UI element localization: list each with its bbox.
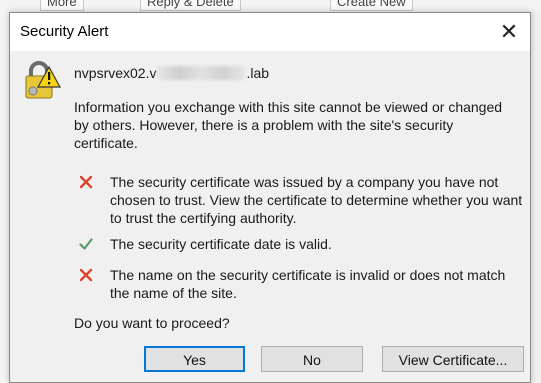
red-x-icon bbox=[79, 268, 93, 282]
redacted-hostname-part bbox=[157, 66, 246, 80]
no-button[interactable]: No bbox=[261, 346, 363, 372]
view-certificate-button[interactable]: View Certificate... bbox=[382, 346, 524, 372]
green-check-icon bbox=[79, 238, 93, 250]
close-button[interactable]: ✕ bbox=[494, 17, 524, 47]
background-pane-right bbox=[530, 12, 541, 383]
check-item-text: The security certificate date is valid. bbox=[110, 236, 332, 252]
info-message: Information you exchange with this site … bbox=[74, 99, 503, 151]
red-x-icon bbox=[79, 175, 93, 189]
check-item-date: The security certificate date is valid. bbox=[74, 235, 524, 253]
hostname-prefix: nvpsrvex02.v bbox=[74, 65, 157, 81]
security-lock-warning-icon bbox=[25, 61, 61, 99]
create-new-button[interactable]: Create New bbox=[330, 0, 413, 11]
yes-button[interactable]: Yes bbox=[144, 346, 245, 372]
site-hostname: nvpsrvex02.v .lab bbox=[74, 65, 269, 81]
title-bar: Security Alert ✕ bbox=[10, 13, 530, 51]
security-alert-dialog: Security Alert ✕ nvpsrvex02.v .lab Inform… bbox=[9, 12, 531, 383]
proceed-prompt: Do you want to proceed? bbox=[74, 315, 230, 331]
dialog-title: Security Alert bbox=[20, 23, 109, 40]
check-item-text: The security certificate was issued by a… bbox=[110, 174, 523, 226]
hostname-suffix: .lab bbox=[246, 65, 270, 81]
more-button[interactable]: More bbox=[40, 0, 84, 11]
check-item-text: The name on the security certificate is … bbox=[110, 267, 506, 301]
check-item-issuer: The security certificate was issued by a… bbox=[74, 173, 524, 227]
reply-delete-button[interactable]: Reply & Delete bbox=[140, 0, 241, 11]
check-item-name: The name on the security certificate is … bbox=[74, 266, 524, 302]
